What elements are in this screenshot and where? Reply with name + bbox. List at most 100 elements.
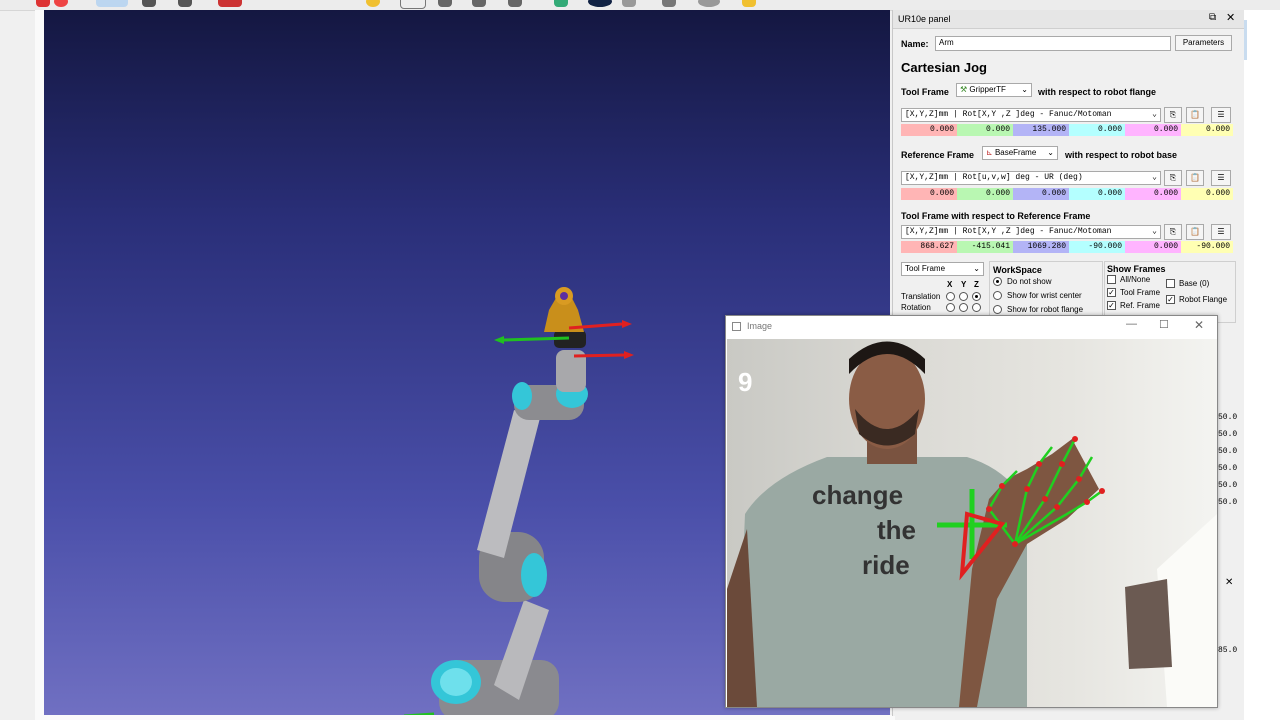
copy-button[interactable]: ⎘ [1164,224,1182,240]
hidden-value: 50.0 [1218,413,1238,422]
record-icon[interactable] [54,0,68,7]
tool-frame-value: GripperTF [969,85,1006,94]
tool-format-select[interactable]: [X,Y,Z]mm | Rot[X,Y ,Z ]deg - Fanuc/Moto… [901,108,1161,122]
paste-button[interactable]: 📋 [1186,107,1204,123]
ref-value-z[interactable]: 0.000 [1013,188,1069,200]
menu-button[interactable]: ☰ [1211,224,1231,240]
close-icon[interactable]: ✕ [1194,318,1204,332]
tool-frame-select[interactable]: ⚒ GripperTF ⌄ [956,83,1032,97]
ref-frame-value: BaseFrame [994,148,1037,157]
jog-frame-value: Tool Frame [905,264,946,273]
workspace-flange-radio[interactable] [993,305,1002,314]
sphere-icon[interactable] [698,0,720,7]
toolref-format-value: [X,Y,Z]mm | Rot[X,Y ,Z ]deg - Fanuc/Moto… [905,227,1112,236]
name-label: Name: [901,39,929,49]
tool-icon-d[interactable] [622,0,636,7]
axis-x-label: X [947,280,953,289]
translation-z-radio[interactable] [972,292,981,301]
jog-frame-select[interactable]: Tool Frame ⌄ [901,262,984,276]
tool-frame-checkbox[interactable]: ✓ [1107,288,1116,297]
name-input[interactable]: Arm [935,36,1171,51]
tool-icon-a[interactable] [438,0,452,7]
axis-y-label: Y [961,280,967,289]
panel-title: UR10e panel [898,14,951,24]
tool-icon-c[interactable] [508,0,522,7]
menu-button[interactable]: ☰ [1211,170,1231,186]
close-icon[interactable]: ✕ [1225,577,1233,588]
tool-value-rx[interactable]: 0.000 [1069,124,1125,136]
tool-format-value: [X,Y,Z]mm | Rot[X,Y ,Z ]deg - Fanuc/Moto… [905,110,1112,119]
ref-value-y[interactable]: 0.000 [957,188,1013,200]
translation-x-radio[interactable] [946,292,955,301]
light-icon[interactable] [366,0,380,7]
undock-icon[interactable]: ⧉ [1209,12,1216,23]
robot-flange-checkbox[interactable]: ✓ [1166,295,1175,304]
paste-button[interactable]: 📋 [1186,170,1204,186]
ref-frame-checkbox[interactable]: ✓ [1107,301,1116,310]
minimize-icon[interactable]: — [1126,318,1137,330]
all-none-checkbox[interactable] [1107,275,1116,284]
chevron-down-icon: ⌄ [1021,85,1028,94]
hidden-value: 50.0 [1218,464,1238,473]
stop-icon[interactable] [36,0,50,7]
toolref-value-rz: -90.000 [1181,241,1233,253]
ref-value-v[interactable]: 0.000 [1125,188,1181,200]
shirt-text-1: change [812,480,903,510]
scrollbar-thumb[interactable] [1244,20,1247,60]
toolref-value-x: 868.627 [901,241,957,253]
hidden-value: 50.0 [1218,498,1238,507]
ref-value-u[interactable]: 0.000 [1069,188,1125,200]
tool-value-ry[interactable]: 0.000 [1125,124,1181,136]
workspace-wrist-radio[interactable] [993,291,1002,300]
globe-icon[interactable] [588,0,612,7]
image-titlebar[interactable]: Image — ☐ ✕ [726,316,1217,338]
window-icon [732,322,741,331]
document-icon[interactable] [400,0,426,9]
rotation-y-radio[interactable] [959,303,968,312]
ref-value-x[interactable]: 0.000 [901,188,957,200]
tool-value-z[interactable]: 135.000 [1013,124,1069,136]
ref-frame-select[interactable]: ⊾ BaseFrame ⌄ [982,146,1058,160]
show-frame-label: Base (0) [1179,279,1210,288]
close-icon[interactable]: ✕ [1226,11,1235,24]
tool-icon-b[interactable] [472,0,486,7]
panel-titlebar: UR10e panel ⧉ ✕ [893,10,1245,29]
chevron-down-icon: ⌄ [1047,148,1054,157]
ref-format-select[interactable]: [X,Y,Z]mm | Rot[u,v,w] deg - UR (deg) ⌄ [901,171,1161,185]
workspace-hide-radio[interactable] [993,277,1002,286]
paste-button[interactable]: 📋 [1186,224,1204,240]
select-tool-icon[interactable] [96,0,128,7]
move-tool-icon[interactable] [142,0,156,7]
shirt-text-2: the [877,515,916,545]
chevron-down-icon: ⌄ [1152,227,1157,236]
parameters-button[interactable]: Parameters [1175,35,1232,51]
delete-icon[interactable] [218,0,242,7]
tool-ref-title: Tool Frame with respect to Reference Fra… [901,211,1091,221]
gesture-count: 9 [738,367,753,397]
hidden-value: 50.0 [1218,447,1238,456]
menu-button[interactable]: ☰ [1211,107,1231,123]
rotation-label: Rotation [901,303,931,312]
copy-button[interactable]: ⎘ [1164,107,1182,123]
ref-value-w[interactable]: 0.000 [1181,188,1233,200]
tool-value-x[interactable]: 0.000 [901,124,957,136]
translation-y-radio[interactable] [959,292,968,301]
image-window[interactable]: Image — ☐ ✕ change the ride 9 [725,315,1218,708]
program-icon[interactable] [554,0,568,7]
base-checkbox[interactable] [1166,279,1175,288]
rotate-tool-icon[interactable] [178,0,192,7]
toolref-value-y: -415.041 [957,241,1013,253]
camera-scene: change the ride [727,341,1217,707]
show-frames-title: Show Frames [1107,264,1166,274]
copy-button[interactable]: ⎘ [1164,170,1182,186]
workspace-option-label: Show for robot flange [1007,305,1084,314]
maximize-icon[interactable]: ☐ [1159,318,1169,331]
robot-arm[interactable] [431,287,588,716]
tool-value-y[interactable]: 0.000 [957,124,1013,136]
rotation-z-radio[interactable] [972,303,981,312]
rotation-x-radio[interactable] [946,303,955,312]
tool-value-rz[interactable]: 0.000 [1181,124,1233,136]
toolref-format-select[interactable]: [X,Y,Z]mm | Rot[X,Y ,Z ]deg - Fanuc/Moto… [901,225,1161,239]
folder-icon[interactable] [742,0,756,7]
tool-icon-e[interactable] [662,0,676,7]
